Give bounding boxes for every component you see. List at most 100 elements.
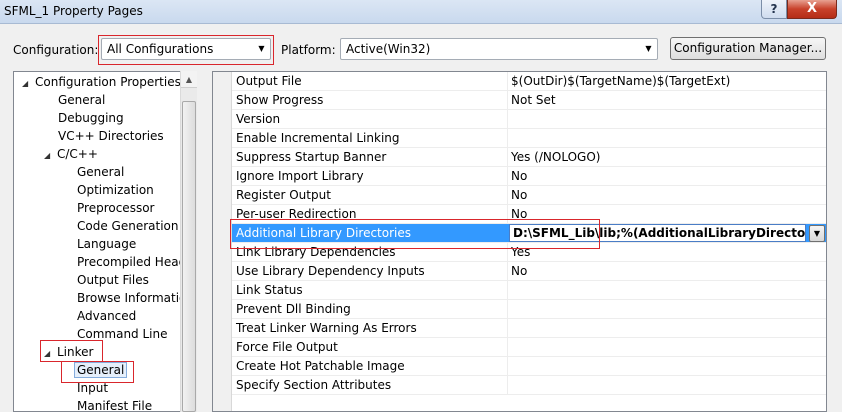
property-grid[interactable]: Output File $(OutDir)$(TargetName)$(Targ… (212, 71, 827, 412)
property-row[interactable]: Ignore Import Library No (232, 167, 826, 186)
property-name: Link Status (236, 283, 303, 297)
tree-item-language[interactable]: Language (77, 235, 136, 253)
property-row[interactable]: Register Output No (232, 186, 826, 205)
property-row[interactable]: Enable Incremental Linking (232, 129, 826, 148)
platform-value: Active(Win32) (346, 42, 431, 56)
tree-item-code-generation[interactable]: Code Generation (77, 217, 178, 235)
property-value[interactable] (511, 376, 826, 394)
expand-triangle-icon[interactable]: ◢ (22, 75, 35, 93)
property-name: Output File (236, 74, 302, 88)
tree-scrollbar[interactable]: ▲ (180, 71, 197, 412)
tree-item-debugging[interactable]: Debugging (58, 109, 124, 127)
tree-item-manifest-file[interactable]: Manifest File (77, 397, 152, 411)
column-divider (507, 338, 508, 357)
scroll-up-arrow-icon[interactable]: ▲ (181, 71, 197, 88)
help-button[interactable]: ? (761, 0, 787, 19)
property-value[interactable] (511, 281, 826, 299)
property-row[interactable]: Suppress Startup Banner Yes (/NOLOGO) (232, 148, 826, 167)
library-directories-input[interactable]: D:\SFML_Lib\lib;%(AdditionalLibraryDirec… (509, 224, 806, 242)
property-row[interactable]: Link Status (232, 281, 826, 300)
property-name: Specify Section Attributes (236, 378, 392, 392)
scroll-thumb[interactable] (182, 101, 196, 412)
property-row[interactable]: Treat Linker Warning As Errors (232, 319, 826, 338)
property-row[interactable]: Per-user Redirection No (232, 205, 826, 224)
property-name: Create Hot Patchable Image (236, 359, 405, 373)
property-name: Treat Linker Warning As Errors (236, 321, 417, 335)
configuration-manager-button[interactable]: Configuration Manager... (670, 37, 826, 60)
property-name: Additional Library Directories (236, 226, 412, 240)
property-row-additional-library-directories[interactable]: Additional Library Directories D:\SFML_L… (232, 224, 826, 243)
property-value[interactable]: No (511, 186, 826, 204)
tree-item-preprocessor[interactable]: Preprocessor (77, 199, 154, 217)
platform-dropdown[interactable]: Active(Win32) ▼ (340, 38, 658, 60)
property-row[interactable]: Prevent Dll Binding (232, 300, 826, 319)
column-divider (507, 281, 508, 300)
column-divider (507, 357, 508, 376)
tree-item-cpp-general[interactable]: General (77, 163, 124, 181)
property-name: Enable Incremental Linking (236, 131, 400, 145)
window-title: SFML_1 Property Pages (4, 4, 143, 18)
property-name: Prevent Dll Binding (236, 302, 351, 316)
configuration-label: Configuration: (13, 43, 99, 57)
property-value[interactable]: No (511, 167, 826, 185)
tree-item-linker[interactable]: ◢ Linker (44, 343, 93, 361)
tree-item-optimization[interactable]: Optimization (77, 181, 154, 199)
configuration-dropdown[interactable]: All Configurations ▼ (101, 38, 271, 60)
property-row[interactable]: Use Library Dependency Inputs No (232, 262, 826, 281)
tree-item-general[interactable]: General (58, 91, 105, 109)
tree-item-browse-information[interactable]: Browse Information (77, 289, 194, 307)
property-row[interactable]: Link Library Dependencies Yes (232, 243, 826, 262)
tree-item-configuration-properties[interactable]: ◢ Configuration Properties (22, 73, 181, 91)
column-divider (507, 262, 508, 281)
property-value[interactable] (511, 300, 826, 318)
property-row[interactable]: Force File Output (232, 338, 826, 357)
tree-item-input[interactable]: Input (77, 379, 108, 397)
close-button[interactable]: X (787, 0, 837, 19)
tree-item-command-line[interactable]: Command Line (77, 325, 168, 343)
column-divider (507, 243, 508, 262)
property-value[interactable] (511, 357, 826, 375)
property-value[interactable] (511, 319, 826, 337)
tree-item-advanced[interactable]: Advanced (77, 307, 136, 325)
platform-label: Platform: (281, 43, 336, 57)
property-name: Per-user Redirection (236, 207, 357, 221)
tree-item-vc-directories[interactable]: VC++ Directories (58, 127, 164, 145)
property-name: Link Library Dependencies (236, 245, 396, 259)
column-divider (507, 167, 508, 186)
property-value[interactable]: No (511, 205, 826, 223)
title-bar[interactable]: SFML_1 Property Pages ? X (0, 0, 842, 24)
tree-item-precompiled-headers[interactable]: Precompiled Heade (77, 253, 194, 271)
property-row[interactable]: Show Progress Not Set (232, 91, 826, 110)
property-value[interactable] (511, 129, 826, 147)
configuration-toolbar: Configuration: All Configurations ▼ Plat… (0, 24, 842, 70)
column-divider (507, 319, 508, 338)
expand-triangle-icon[interactable]: ◢ (44, 345, 57, 363)
column-divider (507, 110, 508, 129)
tree-item-c-cpp[interactable]: ◢ C/C++ (44, 145, 98, 163)
column-divider (507, 186, 508, 205)
property-value[interactable] (511, 110, 826, 128)
tree-item-output-files[interactable]: Output Files (77, 271, 149, 289)
configuration-value: All Configurations (107, 42, 214, 56)
chevron-down-icon[interactable]: ▼ (809, 225, 825, 242)
property-name: Show Progress (236, 93, 324, 107)
property-value[interactable]: Not Set (511, 91, 826, 109)
property-name: Ignore Import Library (236, 169, 364, 183)
property-row[interactable]: Create Hot Patchable Image (232, 357, 826, 376)
property-row[interactable]: Specify Section Attributes (232, 376, 826, 395)
property-name: Force File Output (236, 340, 338, 354)
expand-triangle-icon[interactable]: ◢ (44, 147, 57, 165)
chevron-down-icon: ▼ (645, 44, 652, 53)
property-row[interactable]: Output File $(OutDir)$(TargetName)$(Targ… (232, 72, 826, 91)
property-value[interactable]: Yes (/NOLOGO) (511, 148, 826, 166)
property-row[interactable]: Version (232, 110, 826, 129)
grid-right-edge (827, 71, 842, 412)
property-value[interactable]: Yes (511, 243, 826, 261)
tree-item-linker-general[interactable]: General (74, 361, 128, 379)
property-tree[interactable]: ◢ Configuration Properties General Debugg… (13, 71, 197, 412)
property-name: Suppress Startup Banner (236, 150, 387, 164)
column-divider (507, 91, 508, 110)
property-value[interactable] (511, 338, 826, 356)
property-value[interactable]: No (511, 262, 826, 280)
property-value[interactable]: $(OutDir)$(TargetName)$(TargetExt) (511, 72, 826, 90)
